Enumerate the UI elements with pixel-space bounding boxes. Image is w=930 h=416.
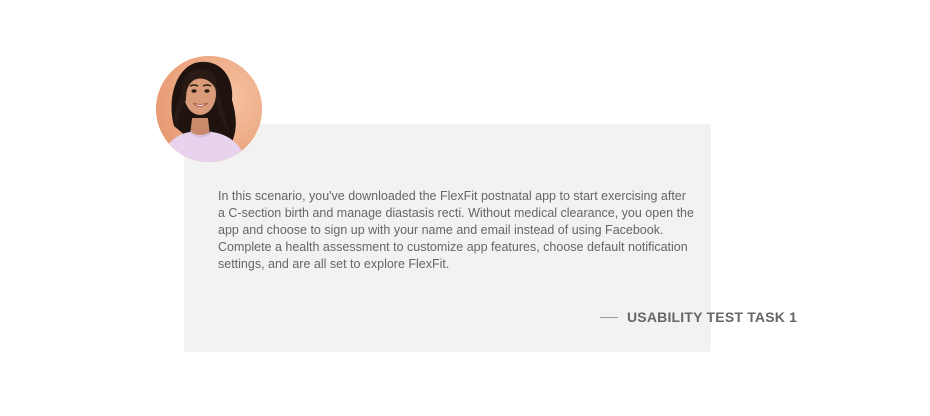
dash-divider [600, 316, 618, 318]
scenario-slide: In this scenario, you've downloaded the … [0, 0, 930, 416]
task-title: USABILITY TEST TASK 1 [627, 309, 798, 325]
woman-portrait-icon [156, 56, 262, 162]
persona-avatar [156, 56, 262, 162]
task-label: USABILITY TEST TASK 1 [600, 307, 797, 327]
scenario-description: In this scenario, you've downloaded the … [218, 189, 694, 271]
